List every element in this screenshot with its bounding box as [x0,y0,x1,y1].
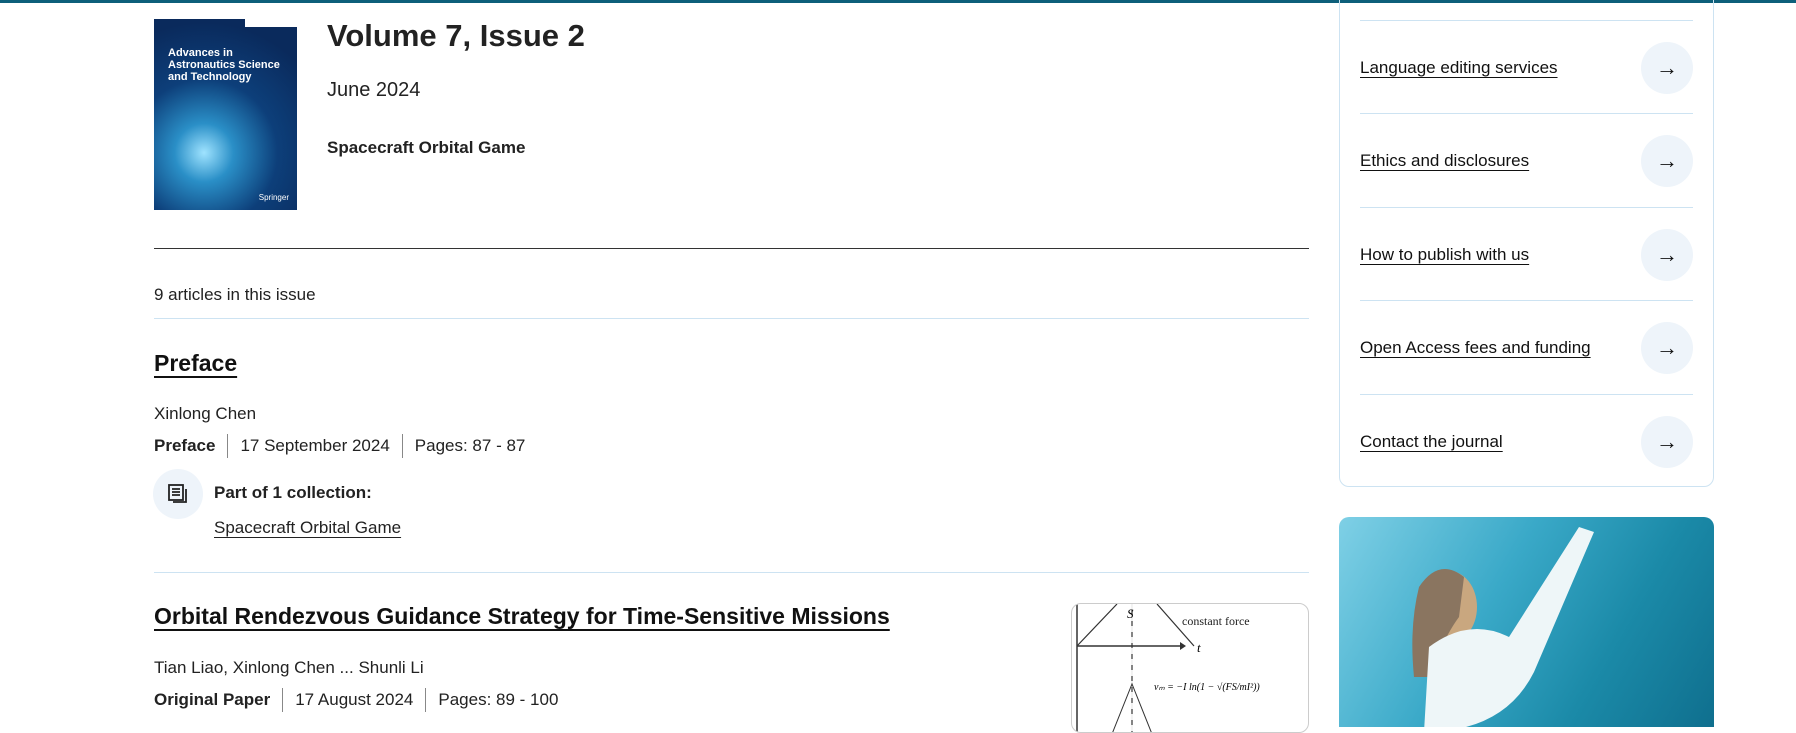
issue-date: June 2024 [327,79,421,101]
article-title-link[interactable]: Preface [154,350,237,377]
svg-text:vₘ = −I ln(1 − √(FS/mI²)): vₘ = −I ln(1 − √(FS/mI²)) [1154,682,1260,693]
sidebar-item-label[interactable]: Contact the journal [1360,432,1503,452]
article-figure-thumbnail[interactable]: S t vₘ = −I ln(1 − √(FS/mI²)) constant f… [1071,603,1309,733]
promo-image[interactable] [1339,517,1714,727]
arrow-right-icon[interactable]: → [1641,228,1693,281]
arrow-right-icon[interactable]: → [1641,134,1693,187]
arrow-right-icon[interactable]: → [1641,41,1693,94]
cover-tag [245,19,297,27]
sidebar-item-label[interactable]: How to publish with us [1360,245,1529,265]
sidebar-item-label[interactable]: Open Access fees and funding [1360,338,1591,358]
sidebar-item-ethics[interactable]: Ethics and disclosures → [1360,113,1693,207]
arrow-right-icon[interactable]: → [1641,415,1693,468]
cover-publisher: Springer [258,193,289,202]
svg-text:S: S [1127,606,1134,621]
journal-cover-image[interactable]: Advances in Astronautics Science and Tec… [154,19,297,210]
collection-icon [153,469,203,519]
sidebar-item-publish[interactable]: How to publish with us → [1360,207,1693,301]
svg-text:t: t [1197,640,1201,655]
sidebar-item-label[interactable]: Language editing services [1360,58,1558,78]
article-date: 17 September 2024 [227,434,401,458]
divider [154,248,1309,249]
sidebar-item-language-editing[interactable]: Language editing services → [1360,20,1693,114]
sidebar-item-contact[interactable]: Contact the journal → [1360,394,1693,488]
thumb-caption: constant force [1182,614,1250,628]
issue-title: Volume 7, Issue 2 [327,18,585,53]
article-title-link[interactable]: Orbital Rendezvous Guidance Strategy for… [154,603,890,630]
sidebar-item-label[interactable]: Ethics and disclosures [1360,151,1529,171]
article-date: 17 August 2024 [282,688,425,712]
collection-link[interactable]: Spacecraft Orbital Game [214,518,401,538]
sidebar-item-open-access[interactable]: Open Access fees and funding → [1360,300,1693,394]
article-type: Preface [154,436,216,455]
article-pages: Pages: 87 - 87 [401,434,538,458]
arrow-right-icon[interactable]: → [1641,321,1693,374]
article-count: 9 articles in this issue [154,285,316,304]
cover-title: Advances in Astronautics Science and Tec… [168,47,280,83]
article-authors: Xinlong Chen [154,404,257,423]
article-authors: Tian Liao, Xinlong Chen ... Shunli Li [154,658,424,677]
sidebar-links-panel: Language editing services → Ethics and di… [1339,0,1714,487]
article-type: Original Paper [154,690,271,709]
article-meta: Original Paper 17 August 2024 Pages: 89 … [154,688,570,712]
issue-collection: Spacecraft Orbital Game [327,138,526,157]
divider [154,572,1309,573]
article-pages: Pages: 89 - 100 [425,688,570,712]
divider [154,318,1309,319]
article-meta: Preface 17 September 2024 Pages: 87 - 87 [154,434,537,458]
collection-label: Part of 1 collection: [214,483,372,502]
